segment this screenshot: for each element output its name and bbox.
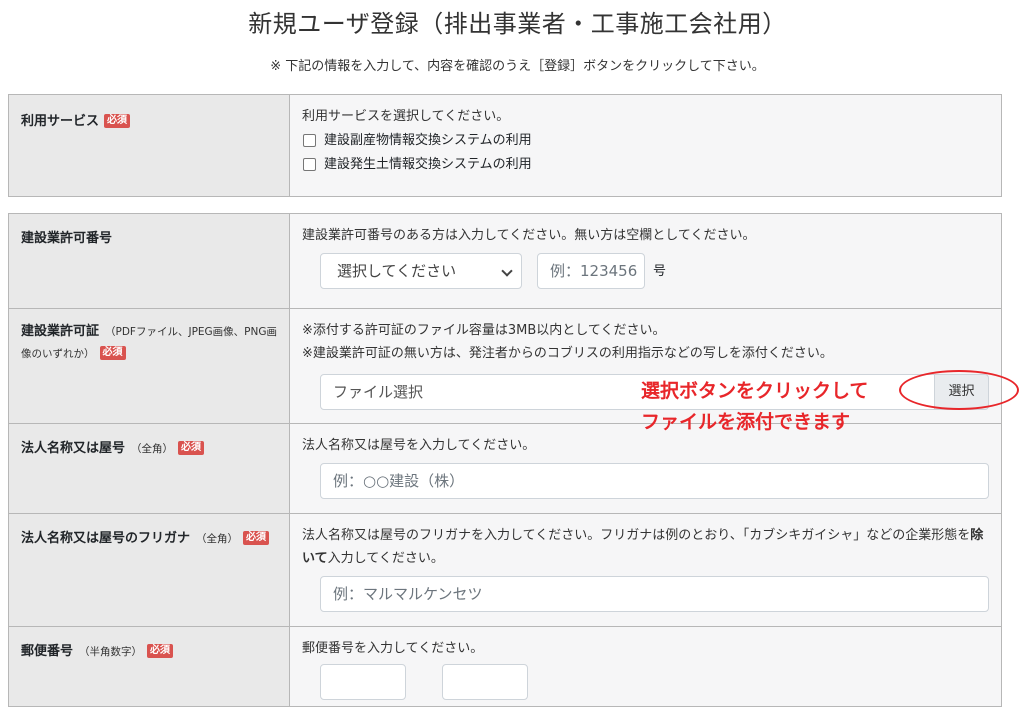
company-name-input[interactable]: 例：○○建設（株） <box>320 463 989 499</box>
permit-number-placeholder: 例：123456 <box>550 262 638 280</box>
service-option-2[interactable]: 建設発生土情報交換システムの利用 <box>302 152 989 176</box>
permit-cert-label-cell: 建設業許可証 （PDFファイル、JPEG画像、PNG画像のいずれか） 必須 <box>8 308 290 424</box>
required-badge: 必須 <box>243 531 270 545</box>
company-kana-note: （全角） <box>196 533 239 545</box>
postal-code-second-input[interactable] <box>442 664 528 700</box>
permit-number-input[interactable]: 例：123456 <box>537 253 645 289</box>
permit-cert-hint-1: ※添付する許可証のファイル容量は3MB以内としてください。 <box>302 323 666 338</box>
checkbox-soil-system[interactable] <box>303 157 316 171</box>
postal-label: 郵便番号 <box>21 644 74 659</box>
company-name-label: 法人名称又は屋号 <box>21 441 126 456</box>
service-option-label: 建設副産物情報交換システムの利用 <box>324 132 532 148</box>
highlight-ellipse <box>899 370 1019 410</box>
required-badge: 必須 <box>178 441 205 455</box>
company-kana-label: 法人名称又は屋号のフリガナ <box>21 531 191 546</box>
postal-code-first-input[interactable] <box>320 664 406 700</box>
postal-label-cell: 郵便番号 （半角数字） 必須 <box>8 626 290 707</box>
company-kana-hint-pre: 法人名称又は屋号のフリガナを入力してください。フリガナは例のとおり、「カブシキガ… <box>302 528 971 543</box>
required-badge: 必須 <box>104 114 131 128</box>
company-kana-input[interactable]: 例：マルマルケンセツ <box>320 576 989 612</box>
company-kana-hint-post: 入力してください。 <box>327 551 444 566</box>
company-kana-placeholder: 例：マルマルケンセツ <box>333 585 483 603</box>
postal-note: （半角数字） <box>79 646 143 658</box>
checkbox-recycle-system[interactable] <box>303 133 316 147</box>
permit-number-hint: 建設業許可番号のある方は入力してください。無い方は空欄としてください。 <box>302 228 756 243</box>
annotation-line-1: 選択ボタンをクリックして <box>641 380 869 402</box>
postal-hint: 郵便番号を入力してください。 <box>302 641 484 656</box>
service-hint: 利用サービスを選択してください。 <box>302 109 510 124</box>
service-table: 利用サービス 必須 利用サービスを選択してください。 建設副産物情報交換システムの… <box>8 94 1002 197</box>
required-badge: 必須 <box>99 346 126 360</box>
service-option-label: 建設発生土情報交換システムの利用 <box>324 156 532 172</box>
company-kana-hint: 法人名称又は屋号のフリガナを入力してください。フリガナは例のとおり、「カブシキガ… <box>302 524 989 570</box>
permit-cert-hint-2: ※建設業許可証の無い方は、発注者からのコブリスの利用指示などの写しを添付ください… <box>302 346 833 361</box>
page-title: 新規ユーザ登録（排出事業者・工事施工会社用） <box>248 10 787 38</box>
service-label: 利用サービス <box>21 114 100 129</box>
chevron-down-icon <box>501 265 513 277</box>
company-name-label-cell: 法人名称又は屋号 （全角） 必須 <box>8 423 290 514</box>
company-name-hint: 法人名称又は屋号を入力してください。 <box>302 438 536 453</box>
required-badge: 必須 <box>147 644 174 658</box>
permit-type-select-value: 選択してください <box>337 262 457 280</box>
service-input-cell: 利用サービスを選択してください。 建設副産物情報交換システムの利用 建設発生土情… <box>289 94 1002 197</box>
page-subtitle: ※ 下記の情報を入力して、内容を確認のうえ［登録］ボタンをクリックして下さい。 <box>270 59 765 74</box>
permit-number-label-cell: 建設業許可番号 <box>8 213 290 309</box>
permit-type-select[interactable]: 選択してください <box>320 253 522 289</box>
company-name-note: （全角） <box>131 443 174 455</box>
company-name-placeholder: 例：○○建設（株） <box>333 472 465 490</box>
service-label-cell: 利用サービス 必須 <box>8 94 290 197</box>
permit-number-suffix: 号 <box>653 264 667 279</box>
annotation-line-2: ファイルを添付できます <box>641 411 851 433</box>
permit-number-label: 建設業許可番号 <box>21 231 113 246</box>
file-select-placeholder: ファイル選択 <box>333 383 424 401</box>
company-kana-label-cell: 法人名称又は屋号のフリガナ （全角） 必須 <box>8 513 290 627</box>
permit-cert-label: 建設業許可証 <box>21 324 100 339</box>
service-option-1[interactable]: 建設副産物情報交換システムの利用 <box>302 128 989 152</box>
